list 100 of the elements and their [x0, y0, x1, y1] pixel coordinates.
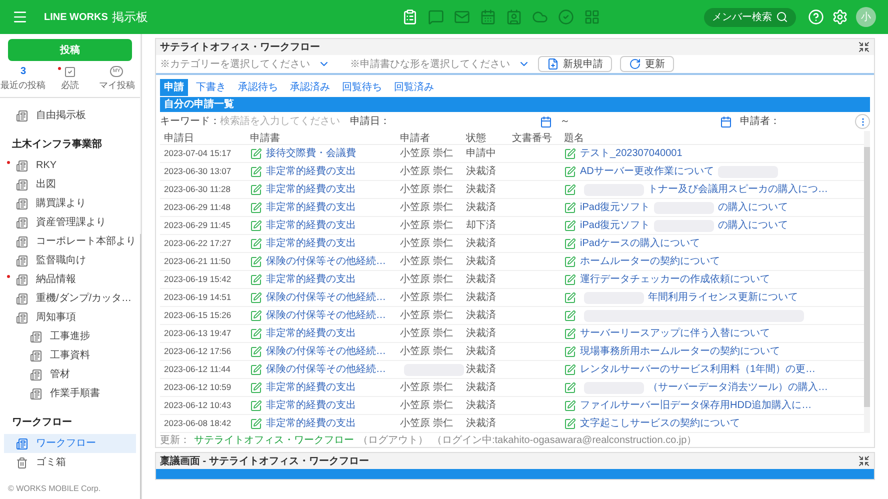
edit-icon[interactable] [250, 202, 262, 214]
edit-icon[interactable] [564, 184, 576, 196]
form-link[interactable]: 非定常的経費の支出 [266, 200, 356, 215]
edit-icon[interactable] [250, 274, 262, 286]
app-icon[interactable] [584, 9, 600, 25]
tab[interactable]: 回覧済み [390, 79, 438, 96]
form-link[interactable]: 非定常的経費の支出 [266, 218, 356, 233]
edit-icon[interactable] [564, 346, 576, 358]
title-link[interactable]: ファイルサーバー旧データ保存用HDD追加購入に… [580, 398, 812, 413]
app-link[interactable]: サテライトオフィス・ワークフロー [194, 432, 354, 448]
board-item[interactable]: 納品情報 [4, 270, 136, 289]
title-link[interactable]: トナー及び会議用スピーカの購入につ… [648, 182, 828, 197]
settings-icon[interactable] [832, 9, 848, 25]
title-link[interactable]: の購入について [718, 200, 788, 215]
collapse-icon[interactable] [858, 455, 870, 467]
app-icon[interactable] [558, 9, 574, 25]
board-item[interactable]: 工事進捗 [4, 327, 136, 346]
edit-icon[interactable] [250, 220, 262, 232]
form-link[interactable]: 保険の付保等その他経続… [266, 362, 386, 377]
edit-icon[interactable] [250, 364, 262, 376]
board-item[interactable]: 周知事項 [4, 308, 136, 327]
calendar-icon[interactable] [540, 116, 552, 128]
board-item[interactable]: 作業手順書 [4, 384, 136, 403]
app-icon[interactable] [402, 9, 418, 25]
edit-icon[interactable] [250, 148, 262, 160]
refresh-button[interactable]: 更新 [620, 56, 674, 72]
edit-icon[interactable] [250, 256, 262, 268]
title-link[interactable]: （サーバーデータ消去ツール）の購入… [648, 380, 828, 395]
edit-icon[interactable] [564, 310, 576, 322]
edit-icon[interactable] [250, 292, 262, 304]
edit-icon[interactable] [250, 310, 262, 322]
title-link[interactable]: 文字起こしサービスの契約について [580, 416, 740, 431]
category-select[interactable]: ※カテゴリーを選択してください [160, 56, 330, 72]
help-icon[interactable] [808, 9, 824, 25]
app-icon[interactable] [428, 9, 444, 25]
title-link[interactable]: レンタルサーバーのサービス利用料（1年間）の更… [580, 362, 816, 377]
edit-icon[interactable] [564, 328, 576, 340]
form-link[interactable]: 非定常的経費の支出 [266, 182, 356, 197]
calendar-icon[interactable] [720, 116, 732, 128]
edit-icon[interactable] [250, 328, 262, 340]
form-link[interactable]: 非定常的経費の支出 [266, 416, 356, 431]
title-link[interactable]: の購入について [718, 218, 788, 233]
edit-icon[interactable] [564, 400, 576, 412]
edit-icon[interactable] [564, 148, 576, 160]
edit-icon[interactable] [564, 256, 576, 268]
title-link[interactable]: 年間利用ライセンス更新について [648, 290, 798, 305]
tab[interactable]: 申請 [160, 79, 188, 96]
form-link[interactable]: 保険の付保等その他経続… [266, 254, 386, 269]
edit-icon[interactable] [250, 184, 262, 196]
tab[interactable]: 下書き [192, 79, 230, 96]
title-link[interactable]: ADサーバー更改作業について [580, 164, 714, 179]
form-link[interactable]: 保険の付保等その他経続… [266, 290, 386, 305]
board-item[interactable]: ゴミ箱 [4, 453, 136, 472]
logout-link[interactable]: （ログアウト） [358, 432, 428, 448]
edit-icon[interactable] [564, 364, 576, 376]
board-item[interactable]: 資産管理課より [4, 213, 136, 232]
form-link[interactable]: 保険の付保等その他経続… [266, 344, 386, 359]
title-link[interactable]: テスト_202307040001 [580, 146, 682, 161]
edit-icon[interactable] [250, 400, 262, 412]
title-link[interactable]: ホームルーターの契約について [580, 254, 720, 269]
tab[interactable]: 回覧待ち [338, 79, 386, 96]
keyword-field[interactable]: 検索語を入力してください [220, 114, 350, 129]
edit-icon[interactable] [564, 166, 576, 178]
app-icon[interactable] [480, 9, 496, 25]
edit-icon[interactable] [250, 382, 262, 394]
shortcut[interactable]: 3 最近の投稿 [3, 65, 44, 93]
edit-icon[interactable] [564, 202, 576, 214]
title-link[interactable]: サーバーリースアップに伴う入替について [580, 326, 770, 341]
new-request-button[interactable]: 新規申請 [538, 56, 612, 72]
app-icon[interactable] [454, 9, 470, 25]
edit-icon[interactable] [250, 418, 262, 430]
app-icon[interactable] [506, 9, 522, 25]
edit-icon[interactable] [250, 346, 262, 358]
form-link[interactable]: 非定常的経費の支出 [266, 272, 356, 287]
form-link[interactable]: 非定常的経費の支出 [266, 380, 356, 395]
title-link[interactable]: iPad復元ソフト [580, 200, 650, 215]
edit-icon[interactable] [564, 238, 576, 250]
form-link[interactable]: 非定常的経費の支出 [266, 326, 356, 341]
board-item[interactable]: コーポレート本部より [4, 232, 136, 251]
board-item[interactable]: 自由掲示板 [4, 106, 136, 125]
board-item[interactable]: 監督職向け [4, 251, 136, 270]
form-link[interactable]: 非定常的経費の支出 [266, 164, 356, 179]
board-item[interactable]: 工事資料 [4, 346, 136, 365]
tab[interactable]: 承認済み [286, 79, 334, 96]
title-link[interactable]: iPadケースの購入について [580, 236, 700, 251]
title-link[interactable]: 運行データチェッカーの作成依頼について [580, 272, 770, 287]
edit-icon[interactable] [250, 166, 262, 178]
board-item[interactable]: ワークフロー [4, 434, 136, 453]
form-link[interactable]: 非定常的経費の支出 [266, 236, 356, 251]
title-link[interactable]: 現場事務所用ホームルーターの契約について [580, 344, 780, 359]
template-select[interactable]: ※申請書ひな形を選択してください [350, 56, 530, 72]
form-link[interactable]: 非定常的経費の支出 [266, 398, 356, 413]
collapse-icon[interactable] [858, 41, 870, 53]
more-button[interactable] [855, 114, 870, 129]
edit-icon[interactable] [564, 274, 576, 286]
board-item[interactable]: 重機/ダンプ/カッタ… [4, 289, 136, 308]
tab[interactable]: 承認待ち [234, 79, 282, 96]
edit-icon[interactable] [250, 238, 262, 250]
edit-icon[interactable] [564, 220, 576, 232]
app-icon[interactable] [532, 9, 548, 25]
